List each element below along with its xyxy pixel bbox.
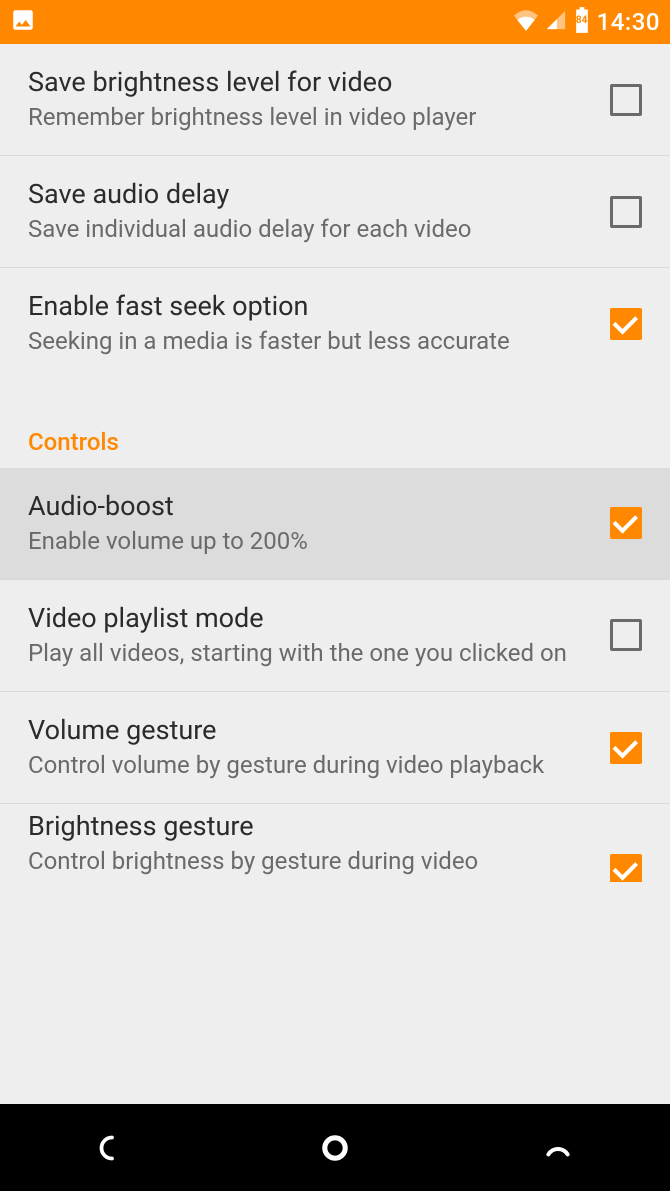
battery-icon: 84 bbox=[573, 6, 591, 38]
setting-subtitle: Control volume by gesture during video p… bbox=[28, 750, 590, 781]
setting-subtitle: Enable volume up to 200% bbox=[28, 526, 590, 557]
home-button[interactable] bbox=[315, 1128, 355, 1168]
setting-save-brightness[interactable]: Save brightness level for video Remember… bbox=[0, 44, 670, 156]
image-icon bbox=[10, 7, 36, 37]
recent-button[interactable] bbox=[538, 1128, 578, 1168]
section-controls: Controls bbox=[0, 380, 670, 468]
settings-list[interactable]: Save brightness level for video Remember… bbox=[0, 44, 670, 1104]
setting-subtitle: Remember brightness level in video playe… bbox=[28, 102, 590, 133]
setting-title: Video playlist mode bbox=[28, 602, 590, 634]
checkbox[interactable] bbox=[610, 619, 642, 651]
signal-icon bbox=[545, 9, 567, 35]
setting-fast-seek[interactable]: Enable fast seek option Seeking in a med… bbox=[0, 268, 670, 379]
setting-title: Enable fast seek option bbox=[28, 290, 590, 322]
back-button[interactable] bbox=[92, 1128, 132, 1168]
setting-subtitle: Play all videos, starting with the one y… bbox=[28, 638, 590, 669]
checkbox[interactable] bbox=[610, 507, 642, 539]
navigation-bar bbox=[0, 1104, 670, 1191]
setting-audio-boost[interactable]: Audio-boost Enable volume up to 200% bbox=[0, 468, 670, 580]
status-bar: 84 14:30 bbox=[0, 0, 670, 44]
setting-video-playlist[interactable]: Video playlist mode Play all videos, sta… bbox=[0, 580, 670, 692]
setting-title: Volume gesture bbox=[28, 714, 590, 746]
clock: 14:30 bbox=[597, 8, 660, 36]
setting-brightness-gesture[interactable]: Brightness gesture Control brightness by… bbox=[0, 804, 670, 882]
setting-text: Volume gesture Control volume by gesture… bbox=[28, 714, 610, 781]
checkbox[interactable] bbox=[610, 196, 642, 228]
checkbox[interactable] bbox=[610, 308, 642, 340]
setting-title: Save brightness level for video bbox=[28, 66, 590, 98]
status-left bbox=[10, 7, 36, 37]
setting-volume-gesture[interactable]: Volume gesture Control volume by gesture… bbox=[0, 692, 670, 804]
setting-text: Save audio delay Save individual audio d… bbox=[28, 178, 610, 245]
setting-save-audio-delay[interactable]: Save audio delay Save individual audio d… bbox=[0, 156, 670, 268]
checkbox[interactable] bbox=[610, 854, 642, 882]
setting-text: Audio-boost Enable volume up to 200% bbox=[28, 490, 610, 557]
checkbox[interactable] bbox=[610, 732, 642, 764]
checkbox[interactable] bbox=[610, 84, 642, 116]
setting-text: Video playlist mode Play all videos, sta… bbox=[28, 602, 610, 669]
setting-text: Save brightness level for video Remember… bbox=[28, 66, 610, 133]
setting-subtitle: Seeking in a media is faster but less ac… bbox=[28, 326, 590, 357]
setting-text: Brightness gesture Control brightness by… bbox=[28, 810, 610, 877]
setting-title: Brightness gesture bbox=[28, 810, 590, 842]
setting-title: Audio-boost bbox=[28, 490, 590, 522]
setting-text: Enable fast seek option Seeking in a med… bbox=[28, 290, 610, 357]
setting-subtitle: Save individual audio delay for each vid… bbox=[28, 214, 590, 245]
setting-subtitle: Control brightness by gesture during vid… bbox=[28, 846, 590, 877]
status-right: 84 14:30 bbox=[513, 6, 660, 38]
wifi-icon bbox=[513, 9, 539, 35]
setting-title: Save audio delay bbox=[28, 178, 590, 210]
